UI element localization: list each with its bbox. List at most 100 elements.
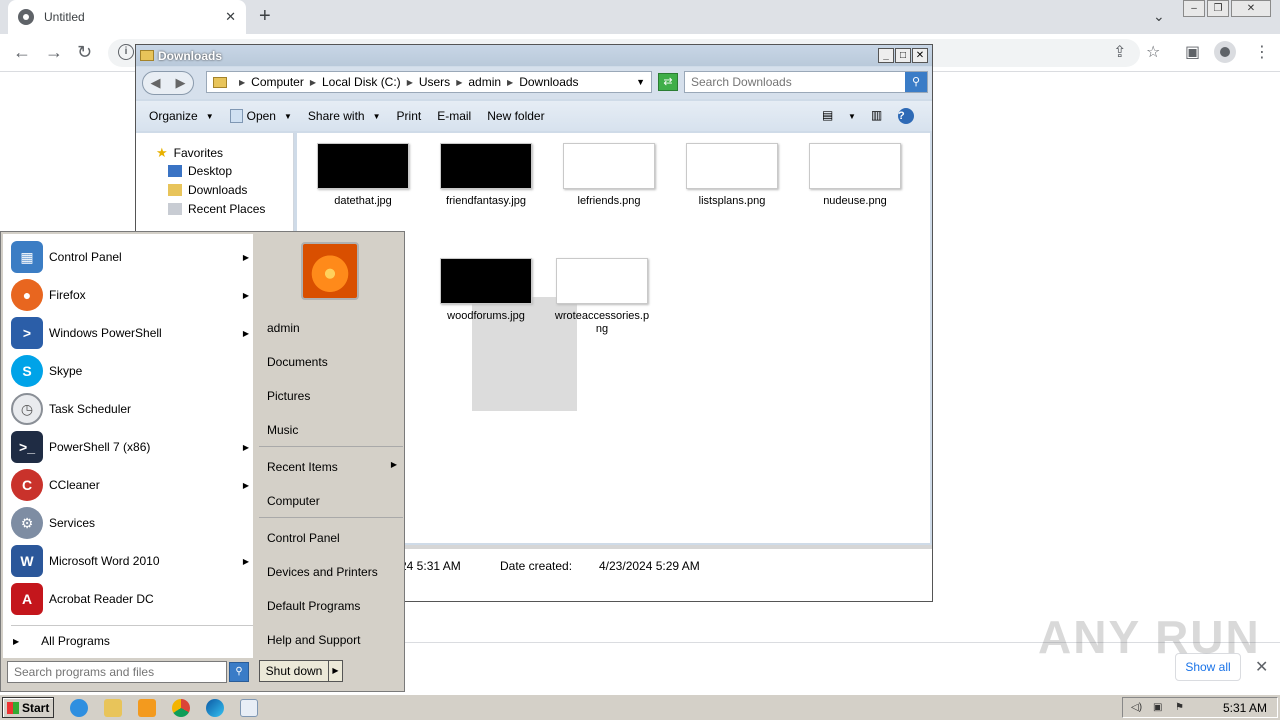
shutdown-button[interactable]: Shut down ▶ — [259, 660, 343, 682]
share-with-button[interactable]: Share with ▼ — [308, 109, 381, 123]
folder-icon — [213, 76, 227, 88]
all-programs-button[interactable]: ▶ All Programs — [13, 634, 110, 648]
view-options-icon[interactable]: ▤ — [822, 108, 833, 122]
share-icon[interactable]: ⇪ — [1113, 42, 1126, 62]
places-pictures[interactable]: Pictures — [267, 389, 397, 403]
email-button[interactable]: E-mail — [437, 109, 471, 123]
tab-search-chevron-icon[interactable]: ⌄ — [1153, 8, 1165, 25]
restore-icon[interactable]: ❐ — [1207, 0, 1229, 17]
forward-arrow-icon[interactable]: ▶ — [168, 72, 193, 94]
breadcrumb[interactable]: ▶ Computer ▶ Local Disk (C:) ▶ Users ▶ a… — [206, 71, 652, 93]
notepad-icon[interactable] — [240, 699, 258, 717]
breadcrumb-downloads[interactable]: Downloads — [519, 75, 578, 89]
places-computer[interactable]: Computer — [267, 494, 397, 508]
back-arrow-icon[interactable]: ◀ — [143, 72, 168, 94]
program-firefox[interactable]: ● Firefox ▶ — [11, 278, 249, 312]
new-folder-button[interactable]: New folder — [487, 109, 544, 123]
program-word-2010[interactable]: W Microsoft Word 2010 ▶ — [11, 544, 249, 578]
clock[interactable]: 5:31 AM — [1223, 701, 1267, 715]
preview-pane-icon[interactable]: ▥ — [871, 108, 882, 122]
tab-close-icon[interactable]: ✕ — [225, 9, 236, 25]
side-panel-icon[interactable]: ▣ — [1185, 42, 1200, 62]
places-recent-items[interactable]: Recent Items ▶ — [267, 460, 397, 474]
new-tab-button[interactable]: + — [259, 5, 271, 28]
shutdown-label: Shut down — [265, 664, 323, 678]
close-icon[interactable]: ✕ — [912, 48, 928, 63]
refresh-icon[interactable]: ⇄ — [658, 73, 678, 91]
program-control-panel[interactable]: ▦ Control Panel ▶ — [11, 240, 249, 274]
start-search-input[interactable] — [8, 662, 224, 682]
search-icon[interactable]: ⚲ — [905, 72, 927, 92]
places-control-panel[interactable]: Control Panel — [267, 531, 397, 545]
places-music[interactable]: Music — [267, 423, 397, 437]
breadcrumb-computer[interactable]: Computer — [251, 75, 304, 89]
nav-favorites[interactable]: ★ Favorites — [156, 145, 223, 161]
volume-icon[interactable]: ◁) — [1131, 702, 1145, 714]
minimize-icon[interactable]: – — [1183, 0, 1205, 17]
file-item[interactable]: friendfantasy.jpg — [431, 143, 541, 208]
file-item[interactable]: datethat.jpg — [308, 143, 418, 208]
breadcrumb-local-disk[interactable]: Local Disk (C:) — [322, 75, 401, 89]
explorer-titlebar[interactable]: Downloads _ □ ✕ — [136, 45, 932, 66]
shutdown-options-arrow-icon[interactable]: ▶ — [328, 661, 342, 681]
menu-kebab-icon[interactable]: ⋮ — [1254, 42, 1270, 62]
nav-desktop[interactable]: Desktop — [168, 164, 232, 178]
program-services[interactable]: ⚙ Services — [11, 506, 249, 540]
open-label: Open — [246, 109, 276, 123]
nav-downloads[interactable]: Downloads — [168, 183, 247, 197]
program-powershell-7[interactable]: >_ PowerShell 7 (x86) ▶ — [11, 430, 249, 464]
places-help-support[interactable]: Help and Support — [267, 633, 397, 647]
program-ccleaner[interactable]: C CCleaner ▶ — [11, 468, 249, 502]
network-icon[interactable]: ▣ — [1153, 702, 1167, 714]
edge-icon[interactable] — [206, 699, 224, 717]
print-button[interactable]: Print — [397, 109, 422, 123]
open-button[interactable]: Open ▼ — [229, 109, 292, 123]
action-center-flag-icon[interactable]: ⚑ — [1175, 702, 1189, 714]
reload-icon[interactable]: ↻ — [77, 42, 92, 63]
nav-favorites-label: Favorites — [173, 146, 224, 160]
places-default-programs[interactable]: Default Programs — [267, 599, 397, 613]
program-skype[interactable]: S Skype — [11, 354, 249, 388]
file-item[interactable]: listsplans.png — [677, 143, 787, 208]
search-downloads-field[interactable]: ⚲ — [684, 71, 928, 93]
file-explorer-icon[interactable] — [104, 699, 122, 717]
chevron-down-icon[interactable]: ▼ — [636, 77, 645, 87]
search-downloads-input[interactable] — [685, 72, 895, 92]
file-item[interactable]: nudeuse.png — [800, 143, 910, 208]
start-search-field[interactable] — [7, 661, 227, 683]
tab-untitled[interactable]: Untitled ✕ — [8, 0, 246, 34]
nav-recent-places[interactable]: Recent Places — [168, 202, 265, 216]
image-thumbnail — [686, 143, 778, 189]
organize-button[interactable]: Organize ▼ — [149, 109, 214, 123]
minimize-icon[interactable]: _ — [878, 48, 894, 63]
back-arrow-icon[interactable]: ← — [13, 42, 31, 63]
chrome-icon[interactable] — [172, 699, 190, 717]
search-icon[interactable]: ⚲ — [229, 662, 249, 682]
breadcrumb-users[interactable]: Users — [419, 75, 450, 89]
close-window-icon[interactable]: ✕ — [1231, 0, 1271, 17]
user-avatar-icon[interactable] — [301, 242, 359, 300]
file-item[interactable]: wroteaccessories.png — [554, 258, 650, 336]
bookmark-star-icon[interactable]: ☆ — [1146, 42, 1160, 62]
program-windows-powershell[interactable]: > Windows PowerShell ▶ — [11, 316, 249, 350]
internet-explorer-icon[interactable] — [70, 699, 88, 717]
explorer-command-bar: Organize ▼ Open ▼ Share with ▼ Print E-mail… — [136, 101, 932, 131]
places-devices-printers[interactable]: Devices and Printers — [267, 565, 397, 579]
places-documents[interactable]: Documents — [267, 355, 397, 369]
start-button[interactable]: Start — [2, 697, 54, 718]
breadcrumb-admin[interactable]: admin — [468, 75, 501, 89]
profile-avatar-icon[interactable] — [1214, 41, 1236, 63]
site-info-icon[interactable]: i — [118, 44, 134, 60]
file-item[interactable]: lefriends.png — [554, 143, 664, 208]
view-chevron-down-icon[interactable]: ▼ — [848, 112, 856, 121]
maximize-icon[interactable]: □ — [895, 48, 911, 63]
help-icon[interactable]: ? — [898, 108, 914, 124]
forward-arrow-icon[interactable]: → — [45, 42, 63, 63]
program-task-scheduler[interactable]: ◷ Task Scheduler — [11, 392, 249, 426]
media-player-icon[interactable] — [138, 699, 156, 717]
program-acrobat-reader[interactable]: A Acrobat Reader DC — [11, 582, 249, 616]
services-gear-icon: ⚙ — [11, 507, 43, 539]
firefox-icon: ● — [11, 279, 43, 311]
file-item[interactable]: woodforums.jpg — [431, 258, 541, 323]
places-admin[interactable]: admin — [267, 321, 397, 335]
